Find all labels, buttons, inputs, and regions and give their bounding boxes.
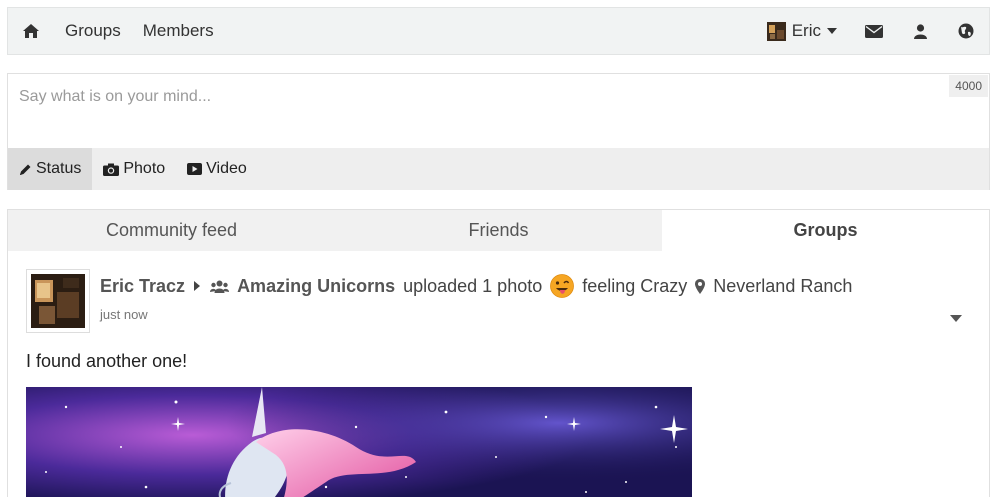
nav-link-groups[interactable]: Groups (54, 21, 132, 41)
tab-friends[interactable]: Friends (335, 210, 662, 251)
map-marker-icon (695, 278, 706, 294)
location-link[interactable]: Neverland Ranch (713, 276, 852, 297)
tab-video-label: Video (206, 160, 247, 177)
tab-status-label: Status (36, 160, 82, 177)
tab-photo[interactable]: Photo (92, 148, 176, 190)
post-timestamp: just now (100, 307, 148, 322)
tab-groups[interactable]: Groups (662, 210, 989, 251)
globe-icon[interactable] (943, 8, 989, 54)
feed-tabs: Community feed Friends Groups (8, 210, 989, 251)
post-meta: Eric Tracz Amazing Unicorns uploaded 1 p… (100, 269, 852, 322)
author-avatar[interactable] (26, 269, 90, 333)
post-photo-unicorn[interactable] (26, 387, 692, 497)
user-icon[interactable] (897, 8, 943, 54)
avatar (766, 21, 786, 41)
user-name: Eric (791, 21, 821, 40)
envelope-icon[interactable] (851, 8, 897, 54)
tab-status[interactable]: Status (8, 148, 93, 190)
group-icon (210, 280, 230, 293)
user-menu-button[interactable]: Eric (753, 8, 851, 54)
post-header: Eric Tracz Amazing Unicorns uploaded 1 p… (26, 269, 971, 333)
video-icon (187, 163, 203, 175)
tab-photo-label: Photo (123, 160, 166, 177)
post-body-text: I found another one! (26, 351, 188, 371)
group-name-link[interactable]: Amazing Unicorns (237, 276, 395, 297)
post-options-chevron-down-icon[interactable] (950, 315, 962, 322)
status-composer: 4000 Status Photo Video (7, 73, 990, 190)
pencil-icon (20, 164, 31, 175)
camera-icon (103, 163, 120, 176)
post-action-text: uploaded 1 photo (403, 275, 543, 296)
tab-video[interactable]: Video (176, 148, 258, 190)
nav-left: Groups Members (8, 8, 225, 54)
crazy-face-emoji-icon (550, 274, 575, 298)
caret-right-icon (194, 281, 201, 291)
nav-link-members[interactable]: Members (132, 21, 225, 41)
composer-tabs: Status Photo Video (8, 148, 989, 190)
activity-feed: Community feed Friends Groups Eric Tracz (7, 209, 990, 497)
top-navbar: Groups Members Eric (7, 7, 990, 55)
feeling-text: feeling Crazy (582, 275, 688, 296)
chevron-down-icon (827, 28, 837, 34)
home-icon[interactable] (8, 8, 54, 54)
character-counter: 4000 (949, 75, 988, 97)
tab-community-feed[interactable]: Community feed (8, 210, 335, 251)
post-headline: Eric Tracz Amazing Unicorns uploaded 1 p… (100, 274, 852, 298)
status-input[interactable] (8, 74, 989, 148)
author-name-link[interactable]: Eric Tracz (100, 276, 185, 297)
feed-post: Eric Tracz Amazing Unicorns uploaded 1 p… (8, 251, 989, 497)
nav-right: Eric (753, 8, 989, 54)
